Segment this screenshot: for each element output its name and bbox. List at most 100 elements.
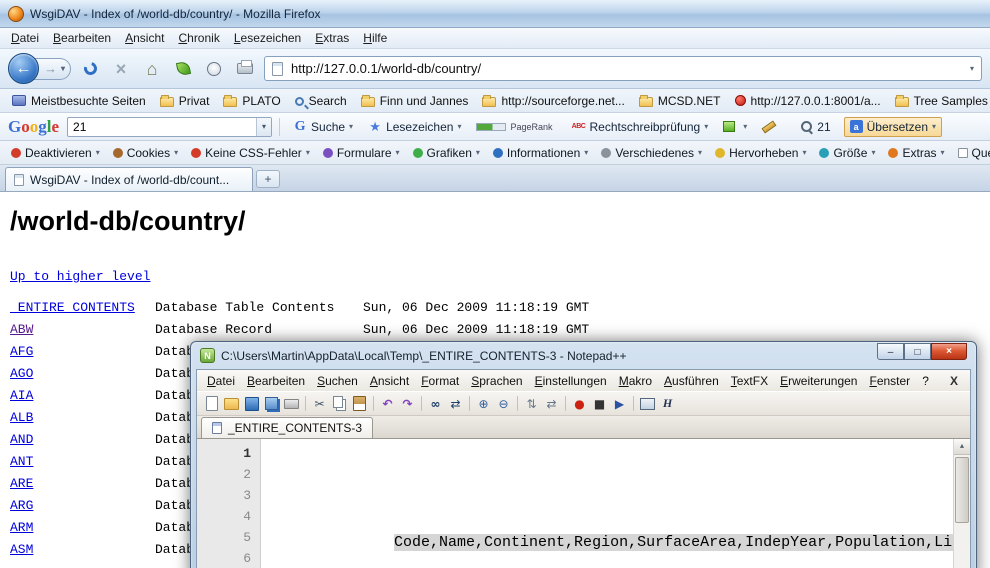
webdev-menu-item[interactable]: Hervorheben ▾ [710, 144, 811, 162]
browser-tab[interactable]: WsgiDAV - Index of /world-db/count... [5, 167, 253, 191]
entry-link[interactable]: ABW [10, 322, 33, 337]
menu-item[interactable]: Ansicht [364, 372, 415, 390]
copy-icon[interactable] [331, 395, 348, 412]
stop-macro-icon[interactable]: ■ [591, 395, 608, 412]
firefox-titlebar[interactable]: WsgiDAV - Index of /world-db/country/ - … [0, 0, 990, 28]
maximize-button[interactable]: □ [904, 343, 931, 360]
google-search-input[interactable] [68, 120, 256, 134]
print-icon[interactable] [283, 395, 300, 412]
separator[interactable] [305, 396, 306, 411]
entry-link[interactable]: ALB [10, 410, 33, 425]
paste-icon[interactable] [351, 395, 368, 412]
bookmark-item[interactable]: Finn und Jannes [355, 92, 475, 110]
bookmark-item[interactable]: Privat [154, 92, 216, 110]
vertical-scrollbar[interactable]: ▲ [953, 439, 970, 568]
spellcheck-button[interactable]: ABC Rechtschreibprüfung ▾ [566, 117, 715, 137]
close-document-button[interactable]: X [942, 374, 966, 388]
menu-item[interactable]: Ansicht [118, 29, 171, 47]
entry-link[interactable]: ASM [10, 542, 33, 557]
entry-link[interactable]: AND [10, 432, 33, 447]
record-macro-icon[interactable]: ● [571, 395, 588, 412]
menu-item[interactable]: Datei [4, 29, 46, 47]
url-input[interactable] [289, 60, 964, 77]
google-search-button[interactable]: G Suche ▾ [287, 117, 359, 137]
save-icon[interactable] [243, 395, 260, 412]
minimize-button[interactable]: – [877, 343, 904, 360]
menu-item[interactable]: Chronik [171, 29, 226, 47]
open-folder-icon[interactable] [223, 395, 240, 412]
bookmark-item[interactable]: http://127.0.0.1:8001/a... [729, 92, 887, 110]
menu-item[interactable]: Sprachen [465, 372, 528, 390]
webdev-menu-item[interactable]: Größe ▾ [814, 144, 880, 162]
zoom-out-icon[interactable]: ⊖ [495, 395, 512, 412]
up-to-higher-level-link[interactable]: Up to higher level [10, 269, 150, 284]
webdev-menu-item[interactable]: Deaktivieren ▾ [6, 144, 105, 162]
reload-button[interactable] [78, 57, 102, 81]
webdev-menu-item[interactable]: Quelltext ▾ [953, 144, 990, 162]
entry-link[interactable]: ARG [10, 498, 33, 513]
doc-monitor-icon[interactable] [639, 395, 656, 412]
menu-item[interactable]: Einstellungen [529, 372, 613, 390]
url-dropdown-icon[interactable]: ▾ [970, 64, 974, 73]
bookmark-item[interactable]: MCSD.NET [633, 92, 727, 110]
menu-item[interactable]: Bearbeiten [241, 372, 311, 390]
entry-link[interactable]: AFG [10, 344, 33, 359]
webdev-menu-item[interactable]: Grafiken ▾ [408, 144, 485, 162]
menu-item[interactable]: Ausführen [658, 372, 725, 390]
webdev-menu-item[interactable]: Extras ▾ [883, 144, 949, 162]
webdev-menu-item[interactable]: Verschiedenes ▾ [596, 144, 707, 162]
menu-item[interactable]: ? [916, 372, 935, 390]
menu-item[interactable]: Erweiterungen [774, 372, 863, 390]
separator[interactable] [565, 396, 566, 411]
separator[interactable] [421, 396, 422, 411]
replace-icon[interactable]: ⇄ [447, 395, 464, 412]
html-preview-icon[interactable]: H [659, 395, 676, 412]
back-button[interactable]: ← [8, 53, 39, 84]
webdev-menu-item[interactable]: Keine CSS-Fehler ▾ [186, 144, 315, 162]
bookmark-item[interactable]: Meistbesuchte Seiten [6, 92, 152, 110]
menu-item[interactable]: TextFX [725, 372, 774, 390]
save-all-icon[interactable] [263, 395, 280, 412]
play-macro-icon[interactable]: ▶ [611, 395, 628, 412]
menu-item[interactable]: Bearbeiten [46, 29, 118, 47]
entry-link[interactable]: ARE [10, 476, 33, 491]
menu-item[interactable]: Format [415, 372, 465, 390]
menu-item[interactable]: Datei [201, 372, 241, 390]
separator[interactable] [517, 396, 518, 411]
sync-vertical-icon[interactable]: ⇅ [523, 395, 540, 412]
history-extension-button[interactable] [202, 57, 226, 81]
bookmark-item[interactable]: PLATO [217, 92, 286, 110]
new-file-icon[interactable] [203, 395, 220, 412]
undo-icon[interactable]: ↶ [379, 395, 396, 412]
cut-icon[interactable]: ✂ [311, 395, 328, 412]
webdev-menu-item[interactable]: Informationen ▾ [488, 144, 593, 162]
editor-area[interactable]: 1 2 3 4 [197, 439, 970, 568]
entry-link[interactable]: AIA [10, 388, 33, 403]
stop-button[interactable]: × [109, 57, 133, 81]
home-button[interactable]: ⌂ [140, 57, 164, 81]
print-button[interactable] [233, 57, 257, 81]
menu-item[interactable]: Extras [308, 29, 356, 47]
find-icon[interactable]: ∞ [427, 395, 444, 412]
menu-item[interactable]: Fenster [863, 372, 916, 390]
new-tab-button[interactable]: + [256, 170, 280, 188]
document-tab[interactable]: _ENTIRE_CONTENTS-3 [201, 417, 373, 438]
menu-item[interactable]: Hilfe [356, 29, 394, 47]
sage-extension-button[interactable] [171, 57, 195, 81]
entry-link[interactable]: _ENTIRE CONTENTS [10, 300, 135, 315]
menu-item[interactable]: Lesezeichen [227, 29, 308, 47]
scroll-up-arrow[interactable]: ▲ [954, 439, 970, 455]
separator[interactable] [469, 396, 470, 411]
pagerank-indicator[interactable]: PageRank [470, 119, 562, 135]
zoom-in-icon[interactable]: ⊕ [475, 395, 492, 412]
menu-item[interactable]: Makro [613, 372, 658, 390]
webdev-menu-item[interactable]: Cookies ▾ [108, 144, 183, 162]
sync-horizontal-icon[interactable]: ⇄ [543, 395, 560, 412]
pencil-button[interactable] [756, 117, 790, 137]
menu-item[interactable]: Suchen [311, 372, 364, 390]
close-button[interactable]: × [931, 343, 967, 360]
scrollbar-thumb[interactable] [955, 457, 969, 523]
separator[interactable] [373, 396, 374, 411]
entry-link[interactable]: ARM [10, 520, 33, 535]
separator[interactable] [633, 396, 634, 411]
